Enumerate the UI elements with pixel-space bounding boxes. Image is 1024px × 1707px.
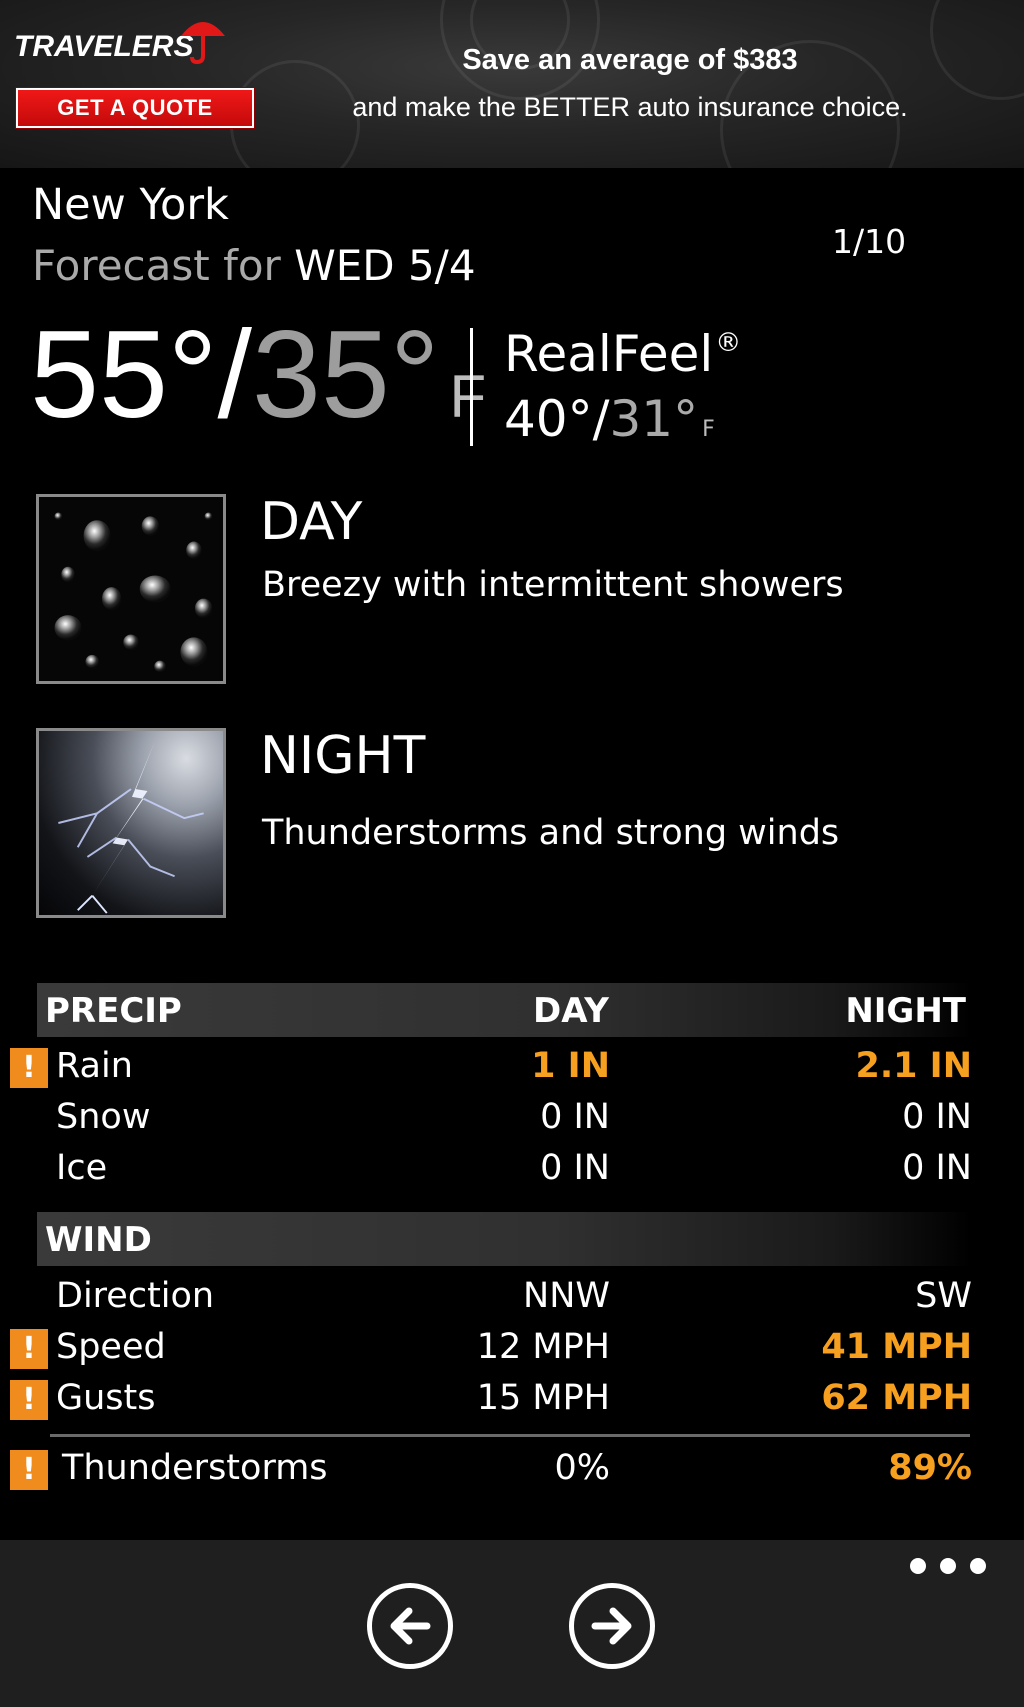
day-condition-image — [36, 494, 226, 684]
column-day: DAY — [533, 991, 609, 1031]
realfeel-unit: F — [702, 417, 715, 442]
row-night-value: 2.1 IN — [855, 1046, 972, 1086]
row-label: Thunderstorms — [62, 1448, 328, 1488]
next-button[interactable] — [569, 1583, 655, 1669]
forecast-prefix: Forecast for — [32, 241, 281, 290]
ad-headline: Save an average of $383 — [462, 44, 798, 76]
row-day-value: 1 IN — [531, 1046, 610, 1086]
row-label: Gusts — [56, 1378, 156, 1418]
precip-header: PRECIP DAY NIGHT — [37, 983, 972, 1037]
warning-icon: ! — [10, 1329, 48, 1369]
row-day-value: NNW — [523, 1276, 610, 1316]
temp-high: 55° — [30, 306, 218, 444]
warning-icon: ! — [10, 1450, 48, 1490]
row-night-value: SW — [915, 1276, 972, 1316]
realfeel-high: 40° — [504, 390, 593, 448]
dot — [940, 1558, 956, 1574]
forecast-date: WED 5/4 — [294, 241, 476, 290]
day-title: DAY — [260, 492, 363, 552]
realfeel-separator: / — [592, 390, 610, 448]
row-night-value: 62 MPH — [821, 1378, 972, 1418]
ad-banner[interactable]: TRAVELERS GET A QUOTE Save an average of… — [0, 0, 1024, 168]
dot — [970, 1558, 986, 1574]
row-label: Speed — [56, 1327, 166, 1367]
warning-icon: ! — [10, 1048, 48, 1088]
get-a-quote-button[interactable]: GET A QUOTE — [16, 88, 254, 128]
row-night-value: 41 MPH — [821, 1327, 972, 1367]
table-row: ! Thunderstorms 0% 89% — [0, 1444, 1024, 1496]
forecast-date-line: Forecast for WED 5/4 — [32, 241, 476, 290]
day-description: Breezy with intermittent showers — [262, 565, 844, 605]
ad-brand-logo: TRAVELERS — [14, 30, 194, 63]
row-night-value: 0 IN — [902, 1148, 972, 1188]
realfeel-values: 40°/31° F — [504, 390, 715, 448]
lightning-icon — [58, 740, 204, 914]
column-night: NIGHT — [845, 991, 966, 1031]
row-label: Direction — [56, 1276, 215, 1316]
row-day-value: 0 IN — [540, 1148, 610, 1188]
table-row: ! Gusts 15 MPH 62 MPH — [0, 1374, 1024, 1426]
registered-mark: ® — [715, 328, 742, 358]
temp-divider — [470, 328, 473, 446]
umbrella-icon — [181, 22, 225, 65]
row-label: Rain — [56, 1046, 133, 1086]
night-title: NIGHT — [260, 726, 426, 786]
temp-separator: / — [217, 306, 252, 444]
city-name: New York — [32, 180, 229, 230]
night-condition-image — [36, 728, 226, 918]
row-day-value: 12 MPH — [476, 1327, 610, 1367]
arrow-right-icon — [591, 1607, 632, 1645]
realfeel-text: RealFeel — [504, 325, 714, 383]
night-description: Thunderstorms and strong winds — [262, 813, 840, 853]
row-day-value: 0% — [554, 1448, 610, 1488]
divider — [50, 1434, 970, 1437]
row-day-value: 15 MPH — [476, 1378, 610, 1418]
realfeel-label: RealFeel® — [504, 325, 741, 383]
wind-title: WIND — [45, 1220, 152, 1260]
warning-icon: ! — [10, 1380, 48, 1420]
table-row: Direction NNW SW — [0, 1272, 1024, 1324]
realfeel-low: 31° — [609, 390, 699, 448]
table-row: ! Rain 1 IN 2.1 IN — [0, 1042, 1024, 1094]
app-bar — [0, 1540, 1024, 1707]
page-indicator: 1/10 — [832, 222, 907, 261]
row-label: Ice — [56, 1148, 108, 1188]
dot — [910, 1558, 926, 1574]
arrow-left-icon — [390, 1607, 431, 1645]
precip-title: PRECIP — [45, 991, 182, 1031]
table-row: Snow 0 IN 0 IN — [0, 1093, 1024, 1145]
row-label: Snow — [56, 1097, 151, 1137]
temperature-display: 55°/35° F — [30, 313, 486, 453]
temp-low: 35° — [251, 306, 440, 444]
ad-subline: and make the BETTER auto insurance choic… — [352, 92, 908, 122]
raindrops-icon — [39, 497, 223, 681]
temp-unit: F — [449, 363, 487, 430]
previous-button[interactable] — [367, 1583, 453, 1669]
row-day-value: 0 IN — [540, 1097, 610, 1137]
table-row: ! Speed 12 MPH 41 MPH — [0, 1323, 1024, 1375]
row-night-value: 0 IN — [902, 1097, 972, 1137]
row-night-value: 89% — [888, 1448, 972, 1488]
ellipsis-icon[interactable] — [910, 1558, 986, 1574]
table-row: Ice 0 IN 0 IN — [0, 1144, 1024, 1196]
wind-header: WIND — [37, 1212, 972, 1266]
